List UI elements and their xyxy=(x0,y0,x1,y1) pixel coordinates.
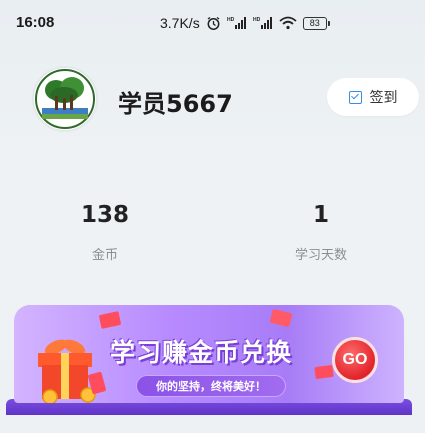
status-bar: 16:08 3.7K/s HD HD 83 xyxy=(0,0,425,40)
go-button[interactable]: GO xyxy=(332,337,378,383)
tree-logo-icon xyxy=(35,69,95,129)
study-days-label: 学习天数 xyxy=(294,248,347,263)
status-indicators: 3.7K/s HD HD 83 xyxy=(160,13,330,33)
svg-text:HD: HD xyxy=(227,17,235,23)
checkbox-icon xyxy=(348,90,362,104)
network-speed: 3.7K/s xyxy=(160,15,200,31)
coins-label: 金币 xyxy=(91,248,118,263)
avatar[interactable] xyxy=(32,66,98,132)
study-days-stat[interactable]: 1 学习天数 xyxy=(278,202,364,263)
study-days-value: 1 xyxy=(312,202,329,228)
username: 学员5667 xyxy=(118,90,233,118)
battery-icon: 83 xyxy=(302,16,330,30)
wifi-icon xyxy=(279,16,297,30)
gift-box-icon xyxy=(38,339,106,403)
signal-hd-icon: HD xyxy=(227,16,247,30)
signal-hd-icon-2: HD xyxy=(253,16,273,30)
banner-title: 学习赚金币兑换 xyxy=(110,338,293,367)
earn-coins-banner[interactable]: 学习赚金币兑换 你的坚持，终将美好！ GO xyxy=(6,305,412,415)
banner-body: 学习赚金币兑换 你的坚持，终将美好！ GO xyxy=(14,305,404,403)
banner-subtitle: 你的坚持，终将美好！ xyxy=(136,375,286,397)
status-time: 16:08 xyxy=(16,14,55,31)
coins-value: 138 xyxy=(80,202,129,228)
checkin-label: 签到 xyxy=(369,90,398,106)
coins-stat[interactable]: 138 金币 xyxy=(62,202,148,263)
red-envelope-icon-2 xyxy=(270,309,292,327)
alarm-icon xyxy=(206,16,221,31)
svg-text:HD: HD xyxy=(253,17,261,23)
checkin-button[interactable]: 签到 xyxy=(327,78,419,116)
